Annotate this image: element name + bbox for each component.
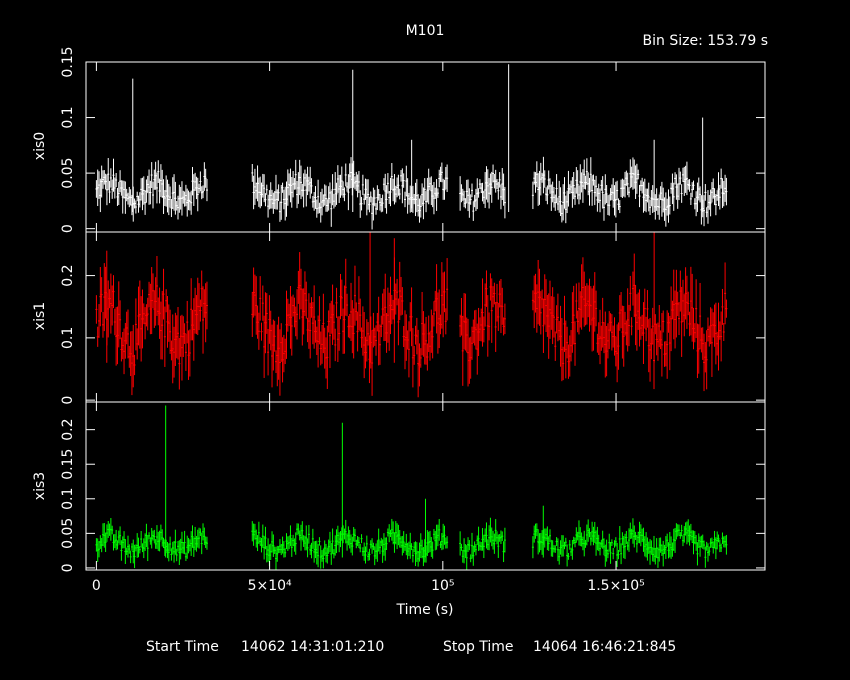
stop-time-label: Stop Time bbox=[443, 639, 514, 655]
xis0-points bbox=[95, 64, 728, 230]
light-curve-chart: M101 Bin Size: 153.79 s 0 0.05 0.1 0.15 xis… bbox=[32, 23, 768, 655]
xis0-ytick-label: 0.15 bbox=[60, 46, 76, 77]
chart-title: M101 bbox=[406, 23, 445, 39]
start-time-label: Start Time bbox=[146, 639, 219, 655]
xis0-ytick-label: 0 bbox=[60, 224, 76, 233]
start-time-value: 14062 14:31:01:210 bbox=[241, 639, 384, 655]
xis0-axis-label: xis0 bbox=[32, 132, 48, 160]
xis1-points bbox=[95, 232, 728, 398]
panel-xis3: 0 0.05 0.1 0.15 0.2 xis3 bbox=[32, 401, 766, 572]
xis3-ytick-label: 0 bbox=[60, 563, 76, 572]
panel-xis1: 0 0.1 0.2 xis1 bbox=[32, 231, 766, 405]
x-tick-label: 1.5×10⁵ bbox=[587, 578, 644, 594]
xis1-ytick-label: 0.2 bbox=[60, 264, 76, 286]
xis1-axis-label: xis1 bbox=[32, 302, 48, 330]
x-axis-label: Time (s) bbox=[396, 602, 454, 618]
xis3-ytick-label: 0.05 bbox=[60, 518, 76, 549]
x-tick-labels: 0 5×10⁴ 10⁵ 1.5×10⁵ bbox=[92, 578, 645, 594]
xis0-ytick-label: 0.05 bbox=[60, 158, 76, 189]
xis3-ytick-label: 0.1 bbox=[60, 488, 76, 510]
xis3-axis-label: xis3 bbox=[32, 472, 48, 500]
xis3-ytick-label: 0.15 bbox=[60, 449, 76, 480]
xis1-ytick-label: 0 bbox=[60, 396, 76, 405]
xis3-points bbox=[95, 405, 728, 571]
xis1-ytick-label: 0.1 bbox=[60, 327, 76, 349]
x-tick-label: 5×10⁴ bbox=[248, 578, 292, 594]
x-tick-label: 10⁵ bbox=[431, 578, 454, 594]
panel-xis0: 0 0.05 0.1 0.15 xis0 bbox=[32, 46, 766, 233]
stop-time-value: 14064 16:46:21:845 bbox=[533, 639, 676, 655]
xis3-ytick-label: 0.2 bbox=[60, 419, 76, 441]
x-tick-label: 0 bbox=[92, 578, 101, 594]
xis0-ytick-label: 0.1 bbox=[60, 106, 76, 128]
bin-size-label: Bin Size: 153.79 s bbox=[643, 33, 768, 49]
